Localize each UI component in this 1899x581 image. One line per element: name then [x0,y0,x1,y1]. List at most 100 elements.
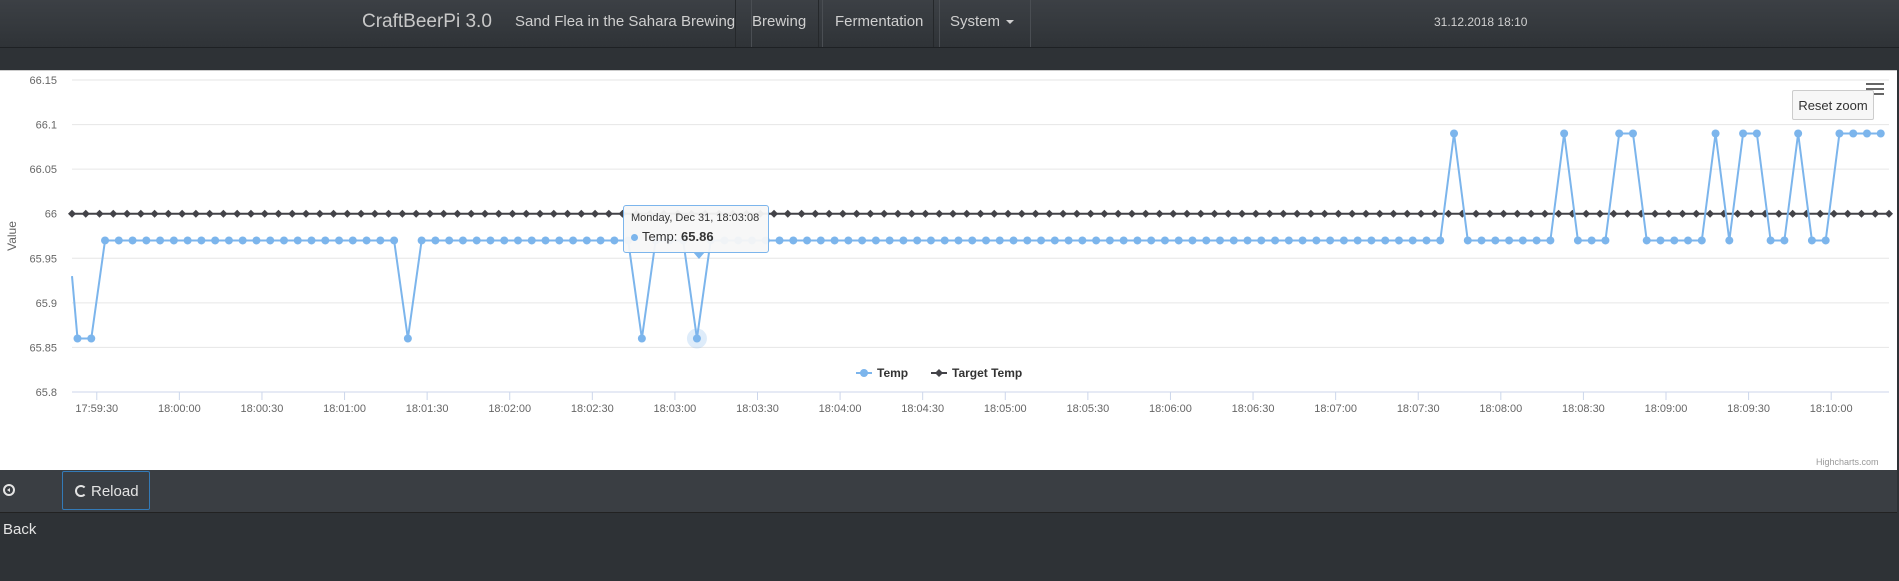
nav-brewing[interactable]: Brewing [735,0,824,47]
temp-point [1849,129,1858,138]
nav-system[interactable]: System [933,0,1032,47]
target-temp-point [976,209,985,218]
target-temp-point [866,209,875,218]
reload-button-label: Reload [91,483,139,500]
target-temp-point [1664,209,1673,218]
target-temp-point [1196,209,1205,218]
x-tick-label: 18:09:30 [1727,403,1770,415]
target-temp-point [1155,209,1164,218]
target-temp-point [1595,209,1604,218]
target-temp-point [205,209,214,218]
target-temp-point [1885,209,1893,218]
temp-point [968,236,977,245]
target-temp-point [1623,209,1632,218]
target-temp-point [123,209,132,218]
x-tick-label: 18:06:30 [1232,403,1275,415]
target-temp-point [549,209,558,218]
temp-point [142,236,151,245]
target-temp-point [948,209,957,218]
target-temp-point [1403,209,1412,218]
target-temp-point [384,209,393,218]
temp-point [1725,236,1734,245]
target-temp-point [1306,209,1315,218]
action-bar: Back Reload [0,470,1897,538]
target-temp-point [260,209,269,218]
x-tick-label: 18:10:00 [1810,403,1853,415]
temp-point [183,236,192,245]
target-temp-point [1265,209,1274,218]
target-temp-point [1788,209,1797,218]
reset-zoom-button[interactable]: Reset zoom [1792,90,1874,120]
target-temp-point [1416,209,1425,218]
target-temp-point [852,209,861,218]
target-temp-point [508,209,517,218]
temp-point [803,236,812,245]
temp-point [899,236,908,245]
temperature-chart[interactable]: 65.8 65.85 65.9 65.95 66 66.05 66.1 66.15 17:59:… [0,71,1897,470]
temp-point [1092,236,1101,245]
target-temp-point [1238,209,1247,218]
temp-point [1257,236,1266,245]
legend-temp-marker [860,369,868,377]
temp-point [555,236,564,245]
temp-point [789,236,798,245]
temp-point [1835,129,1844,138]
reload-button[interactable]: Reload [62,471,150,510]
target-temp-point [219,209,228,218]
temp-point [1642,236,1651,245]
target-temp-point [1320,209,1329,218]
target-temp-point [274,209,283,218]
target-temp-point [811,209,820,218]
target-temp-point [1430,209,1439,218]
target-temp-point [425,209,434,218]
temp-point [1023,236,1032,245]
target-temp-point [178,209,187,218]
navbar: CraftBeerPi 3.0 Sand Flea in the Sahara … [0,0,1899,48]
target-temp-point [109,209,118,218]
target-temp-point [783,209,792,218]
temp-point [1518,236,1527,245]
temp-point [417,236,426,245]
temp-point [252,236,261,245]
nav-fermentation[interactable]: Fermentation [818,0,941,47]
x-tick-label: 18:08:00 [1479,403,1522,415]
temp-point [844,236,853,245]
temp-point [1463,236,1472,245]
brand-title[interactable]: CraftBeerPi 3.0 [362,11,492,33]
target-temp-point [288,209,297,218]
target-temp-point [825,209,834,218]
temp-point [169,236,178,245]
temp-point [376,236,385,245]
target-temp-point [1485,209,1494,218]
target-temp-point [191,209,200,218]
x-tick-label: 18:02:00 [488,403,531,415]
back-button[interactable]: Back [0,471,60,538]
chart-credit-link[interactable]: Highcharts.com [1816,457,1879,467]
legend-target-marker [935,369,943,377]
temp-point [1491,236,1500,245]
temp-point [1312,236,1321,245]
temp-point [500,236,509,245]
temp-point [445,236,454,245]
temp-point [1739,129,1748,138]
target-temp-point [1582,209,1591,218]
target-temp-point [1100,209,1109,218]
y-tick-label: 66.15 [29,75,57,87]
temp-point [1050,236,1059,245]
temp-point [1064,236,1073,245]
nav-brewery-name[interactable]: Sand Flea in the Sahara Brewing [499,0,753,47]
target-temp-point [1706,209,1715,218]
temp-point [1298,236,1307,245]
nav-system-label: System [950,13,1001,30]
series-dot-icon [631,234,638,241]
target-temp-point [1334,209,1343,218]
target-temp-point [935,209,944,218]
temp-point [1188,236,1197,245]
target-temp-point [591,209,600,218]
temp-point [1587,236,1596,245]
temp-point [995,236,1004,245]
target-temp-point [480,209,489,218]
y-tick-label: 66.05 [29,164,57,176]
temp-point [692,334,701,343]
target-temp-point [412,209,421,218]
